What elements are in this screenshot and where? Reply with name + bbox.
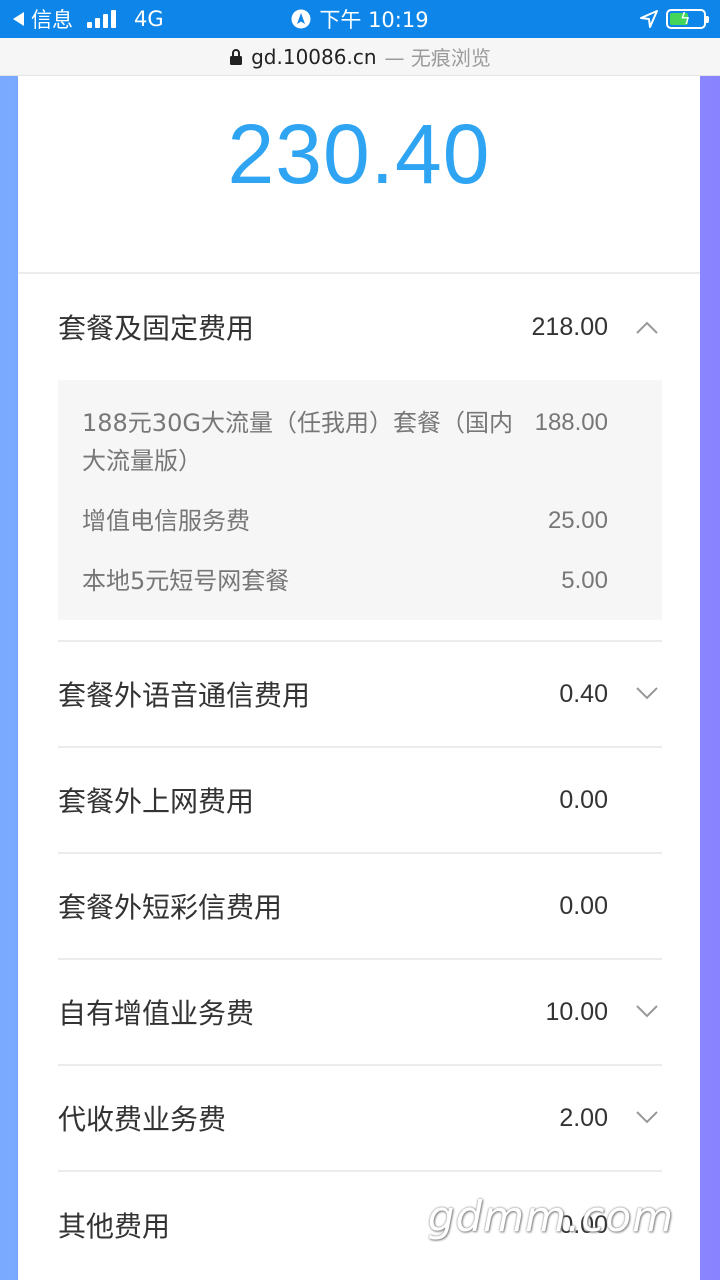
back-triangle-icon (13, 12, 24, 26)
fee-detail-row: 增值电信服务费 25.00 (82, 502, 608, 540)
back-app-label: 信息 (31, 8, 73, 32)
url-domain: gd.10086.cn (251, 44, 377, 69)
fee-category-amount: 218.00 (531, 312, 608, 341)
fee-category-label: 其他费用 (58, 1210, 171, 1243)
fee-category-amount: 0.00 (559, 891, 608, 920)
battery-charging-icon: ϟ (666, 9, 709, 29)
fee-category-data[interactable]: 套餐外上网费用 0.00 (58, 748, 662, 854)
fee-category-collection[interactable]: 代收费业务费 2.00 (58, 1066, 662, 1172)
fee-category-amount: 2.00 (559, 1103, 608, 1132)
fee-detail-row: 188元30G大流量（任我用）套餐（国内大流量版） 188.00 (82, 404, 608, 480)
fee-category-label: 套餐外短彩信费用 (58, 891, 283, 924)
fee-category-voice[interactable]: 套餐外语音通信费用 0.40 (58, 642, 662, 748)
bill-card: 230.40 套餐及固定费用 218.00 188元30G大流量（任我用）套餐（… (18, 76, 700, 1280)
status-bar-left: 信息 4G (12, 4, 164, 34)
status-time: 下午 10:19 (319, 8, 429, 32)
fee-category-amount: 0.40 (559, 679, 608, 708)
fee-detail-label: 188元30G大流量（任我用）套餐（国内大流量版） (82, 409, 513, 475)
fee-detail-amount: 5.00 (561, 567, 608, 594)
fee-category-amount: 0.00 (559, 785, 608, 814)
status-bar: 信息 4G 下午 10:19 ϟ (0, 0, 720, 38)
site-watermark: gdmm.com (427, 1192, 674, 1241)
chevron-up-icon[interactable] (636, 317, 658, 339)
fee-detail-amount: 188.00 (534, 409, 608, 436)
chevron-down-icon[interactable] (636, 682, 658, 704)
bill-total-amount: 230.40 (227, 107, 491, 201)
fee-category-package[interactable]: 套餐及固定费用 218.00 (58, 274, 662, 380)
fee-detail-label: 增值电信服务费 (82, 507, 250, 535)
fee-category-label: 套餐及固定费用 (58, 312, 255, 345)
fee-category-list: 套餐及固定费用 218.00 188元30G大流量（任我用）套餐（国内大流量版）… (58, 274, 662, 1278)
fee-category-label: 套餐外语音通信费用 (58, 679, 311, 712)
location-arrow-icon (640, 10, 658, 28)
cellular-signal-icon (87, 10, 116, 28)
address-bar[interactable]: gd.10086.cn — 无痕浏览 (0, 38, 720, 76)
network-type: 4G (134, 7, 164, 31)
navigation-compass-icon (291, 9, 311, 29)
fee-category-value-added[interactable]: 自有增值业务费 10.00 (58, 960, 662, 1066)
fee-category-label: 代收费业务费 (58, 1103, 227, 1136)
fee-category-amount: 10.00 (545, 997, 608, 1026)
back-to-app-button[interactable]: 信息 (12, 4, 73, 34)
chevron-down-icon[interactable] (636, 1000, 658, 1022)
fee-category-sms[interactable]: 套餐外短彩信费用 0.00 (58, 854, 662, 960)
status-bar-right: ϟ (640, 9, 709, 29)
fee-detail-panel: 188元30G大流量（任我用）套餐（国内大流量版） 188.00 增值电信服务费… (58, 380, 662, 620)
fee-detail-amount: 25.00 (547, 507, 608, 534)
chevron-down-icon[interactable] (636, 1106, 658, 1128)
fee-category-label: 套餐外上网费用 (58, 785, 255, 818)
lock-icon (230, 48, 243, 65)
fee-category-label: 自有增值业务费 (58, 997, 255, 1030)
fee-detail-label: 本地5元短号网套餐 (82, 567, 290, 595)
private-browsing-label: — 无痕浏览 (384, 46, 491, 70)
fee-detail-row: 本地5元短号网套餐 5.00 (82, 562, 608, 600)
